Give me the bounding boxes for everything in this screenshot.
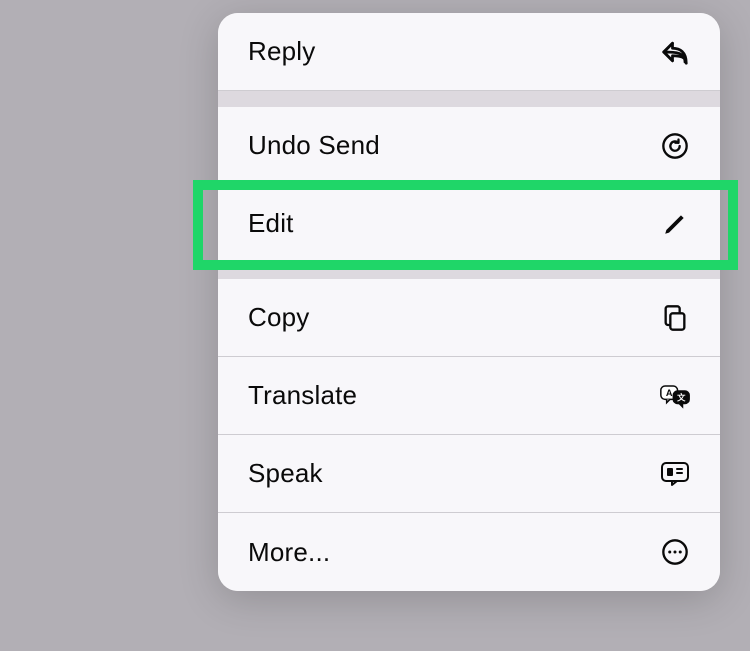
svg-text:文: 文 (677, 392, 686, 402)
copy-icon (660, 303, 690, 333)
menu-section-divider (218, 91, 720, 107)
menu-item-label: Undo Send (248, 130, 380, 161)
menu-item-label: Reply (248, 36, 315, 67)
menu-item-label: Edit (248, 208, 294, 239)
reply-arrow-icon (660, 37, 690, 67)
speak-icon (660, 459, 690, 489)
menu-item-label: Copy (248, 302, 310, 333)
undo-send-icon (660, 131, 690, 161)
svg-text:A: A (666, 388, 673, 398)
menu-item-more[interactable]: More... (218, 513, 720, 591)
pencil-icon (660, 209, 690, 239)
menu-item-reply[interactable]: Reply (218, 13, 720, 91)
menu-item-translate[interactable]: Translate A 文 (218, 357, 720, 435)
translate-icon: A 文 (660, 381, 690, 411)
menu-section-divider (218, 263, 720, 279)
menu-item-label: More... (248, 537, 330, 568)
context-menu: Reply Undo Send Edit (218, 13, 720, 591)
menu-item-copy[interactable]: Copy (218, 279, 720, 357)
menu-item-undo-send[interactable]: Undo Send (218, 107, 720, 185)
menu-item-edit[interactable]: Edit (218, 185, 720, 263)
menu-item-label: Speak (248, 458, 323, 489)
menu-item-label: Translate (248, 380, 357, 411)
more-ellipsis-icon (660, 537, 690, 567)
menu-item-speak[interactable]: Speak (218, 435, 720, 513)
